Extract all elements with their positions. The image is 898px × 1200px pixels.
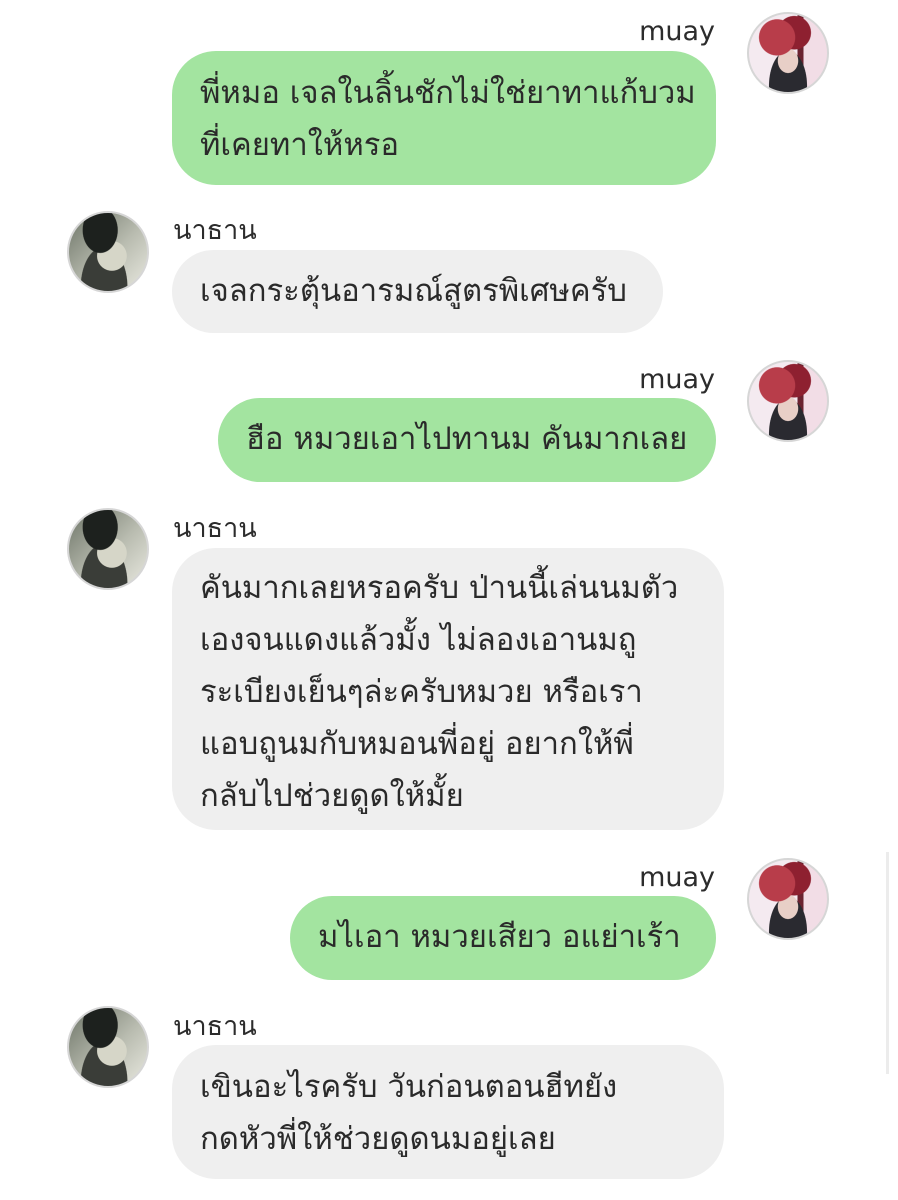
message-line: เขินอะไรครับ วันก่อนตอนฮีทยัง [200, 1069, 618, 1105]
sender-name: muay [639, 16, 715, 47]
message-bubble[interactable]: พี่หมอ เจลในลิ้นชักไม่ใช่ยาทาแก้บวม ที่เ… [172, 51, 716, 185]
message-bubble[interactable]: ฮือ หมวยเอาไปทานม คันมากเลย [218, 398, 716, 482]
nathan-avatar-icon[interactable] [67, 211, 149, 293]
nathan-avatar-icon[interactable] [67, 508, 149, 590]
sender-name: นาธาน [173, 513, 257, 544]
muay-avatar-icon[interactable] [747, 858, 829, 940]
message-line: เจลกระตุ้นอารมณ์สูตรพิเศษครับ [200, 273, 627, 309]
message-line: เองจนแดงแล้วมั้ง ไม่ลองเอานมถู [200, 622, 637, 658]
message-line: กดหัวพี่ให้ช่วยดูดนมอยู่เลย [200, 1121, 556, 1157]
muay-avatar-icon[interactable] [747, 360, 829, 442]
message-line: พี่หมอ เจลในลิ้นชักไม่ใช่ยาทาแก้บวม [200, 75, 696, 111]
message-bubble[interactable]: คันมากเลยหรอครับ ป่านนี้เล่นนมตัว เองจนแ… [172, 548, 724, 830]
message-line: มไเอา หมวยเสียว อแย่าเร้า [318, 919, 681, 955]
message-line: แอบถูนมกับหมอนพี่อยู่ อยากให้พี่ [200, 726, 634, 762]
chat-conversation: muay พี่หมอ เจลในลิ้นชักไม่ใช่ยาทาแก้บวม… [0, 0, 898, 1200]
sender-name: นาธาน [173, 1011, 257, 1042]
message-bubble[interactable]: เจลกระตุ้นอารมณ์สูตรพิเศษครับ [172, 250, 663, 333]
sender-name: muay [639, 862, 715, 893]
message-line: ที่เคยทาให้หรอ [200, 127, 400, 163]
message-line: คันมากเลยหรอครับ ป่านนี้เล่นนมตัว [200, 570, 679, 606]
message-bubble[interactable]: มไเอา หมวยเสียว อแย่าเร้า [290, 896, 716, 980]
nathan-avatar-icon[interactable] [67, 1006, 149, 1088]
message-line: กลับไปช่วยดูดให้มั้ย [200, 778, 464, 814]
sender-name: นาธาน [173, 215, 257, 246]
message-line: ฮือ หมวยเอาไปทานม คันมากเลย [246, 421, 688, 457]
message-line: ระเบียงเย็นๆล่ะครับหมวย หรือเรา [200, 674, 643, 710]
muay-avatar-icon[interactable] [747, 12, 829, 94]
message-bubble[interactable]: เขินอะไรครับ วันก่อนตอนฮีทยัง กดหัวพี่ให… [172, 1045, 724, 1179]
scroll-edge-divider [886, 852, 889, 1074]
sender-name: muay [639, 364, 715, 395]
